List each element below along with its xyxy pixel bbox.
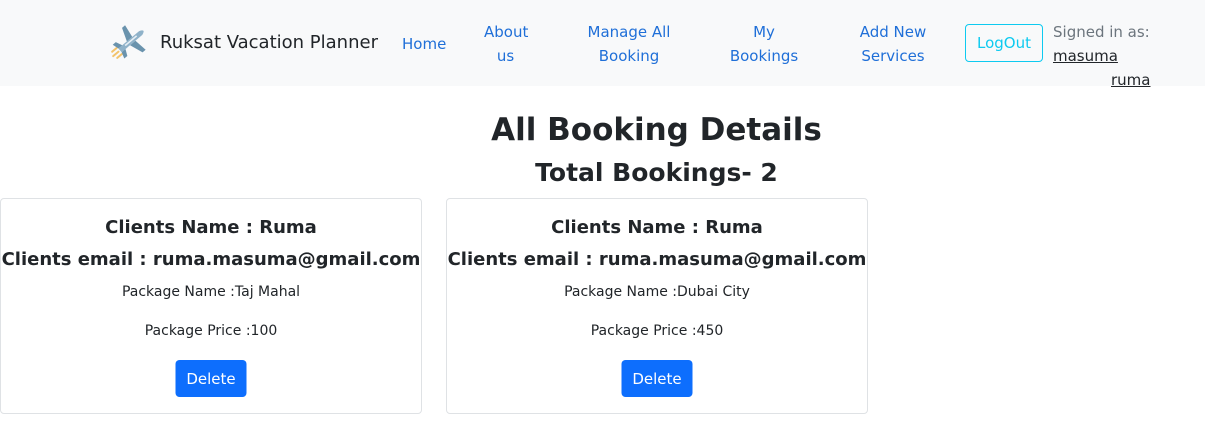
nav-link-home-label: Home [402, 35, 447, 53]
booking-card: Clients Name : Ruma Clients email : ruma… [0, 198, 422, 414]
nav-link-add-services-label-1: Add New [859, 23, 927, 41]
nav-link-about-label-2: us [496, 47, 515, 65]
nav-link-add-new-services[interactable]: Add New Services [856, 20, 930, 68]
client-name: Clients Name : Ruma [105, 217, 317, 238]
nav-link-manage-all-booking[interactable]: Manage All Booking [584, 20, 674, 68]
nav-link-add-services-label-2: Services [861, 47, 925, 65]
nav-link-home[interactable]: Home [402, 32, 446, 56]
nav-link-my-bookings[interactable]: My Bookings [728, 20, 800, 68]
nav-link-manage-label-1: Manage All [587, 23, 671, 41]
page-title: All Booking Details [491, 112, 822, 148]
client-email: Clients email : ruma.masuma@gmail.com [1, 249, 421, 270]
signed-in-status: Signed in as: masuma ruma [1053, 20, 1205, 92]
booking-card: Clients Name : Ruma Clients email : ruma… [446, 198, 868, 414]
client-email: Clients email : ruma.masuma@gmail.com [447, 249, 867, 270]
nav-link-my-bookings-label-2: Bookings [729, 47, 799, 65]
signed-in-label: Signed in as: [1053, 23, 1150, 41]
nav-link-my-bookings-label-1: My [753, 23, 775, 41]
total-bookings-count: Total Bookings- 2 [535, 158, 778, 187]
airplane-icon [111, 25, 146, 59]
nav-link-about[interactable]: About us [484, 20, 529, 68]
package-price: Package Price :450 [590, 323, 724, 339]
user-name-link[interactable]: masuma [1053, 47, 1118, 65]
delete-button[interactable]: Delete [175, 360, 247, 397]
delete-button[interactable]: Delete [621, 360, 693, 397]
brand-link[interactable]: Ruksat Vacation Planner [106, 18, 378, 66]
navbar: Ruksat Vacation Planner Home About us Ma… [0, 0, 1205, 89]
package-name: Package Name :Taj Mahal [121, 284, 301, 300]
user-name-link-line2[interactable]: ruma [1111, 71, 1150, 89]
nav-link-about-label-1: About [484, 23, 529, 41]
client-name: Clients Name : Ruma [551, 217, 763, 238]
package-price: Package Price :100 [144, 323, 278, 339]
brand-name: Ruksat Vacation Planner [160, 31, 378, 53]
package-name: Package Name :Dubai City [564, 284, 750, 300]
logout-button[interactable]: LogOut [965, 24, 1043, 62]
nav-link-manage-label-2: Booking [598, 47, 660, 65]
